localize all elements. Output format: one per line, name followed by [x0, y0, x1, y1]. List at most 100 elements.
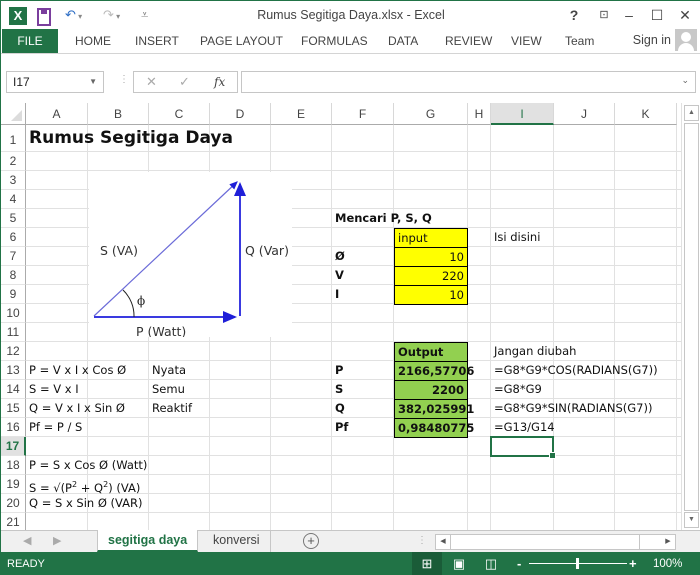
scroll-down-icon[interactable]: ▼	[684, 512, 699, 528]
scroll-right-icon[interactable]: ▶	[661, 535, 675, 549]
row-header-9[interactable]: 9	[1, 285, 26, 304]
row-header-17[interactable]: 17	[1, 437, 26, 456]
zoom-in-button[interactable]: +	[629, 552, 637, 575]
maximize-icon[interactable]: ☐	[643, 1, 671, 29]
tab-split-grip-icon[interactable]: ⋮	[417, 535, 427, 546]
row-header-3[interactable]: 3	[1, 171, 26, 190]
undo-dropdown-icon[interactable]: ▾	[76, 12, 82, 21]
row-header-2[interactable]: 2	[1, 152, 26, 171]
tab-view[interactable]: VIEW	[511, 29, 542, 53]
power-type-c13[interactable]: Nyata	[149, 361, 210, 380]
row-header-13[interactable]: 13	[1, 361, 26, 380]
add-sheet-icon[interactable]: +	[303, 533, 319, 549]
formula-text-i16[interactable]: =G13/G14	[491, 418, 558, 437]
sheet-tab-segitiga-daya[interactable]: segitiga daya	[97, 530, 199, 552]
row-header-5[interactable]: 5	[1, 209, 26, 228]
row-header-14[interactable]: 14	[1, 380, 26, 399]
input-note-cell[interactable]: Isi disini	[491, 228, 543, 247]
output-value-g14[interactable]: 2200	[394, 380, 468, 400]
formula-note-a13[interactable]: P = V x I x Cos Ø	[26, 361, 129, 380]
vertical-scroll-thumb[interactable]	[684, 123, 699, 511]
page-break-view-icon[interactable]: ◫	[476, 552, 506, 575]
save-icon[interactable]	[37, 8, 51, 26]
row-header-1[interactable]: 1	[1, 125, 26, 152]
tab-data[interactable]: DATA	[388, 29, 418, 53]
help-button[interactable]: ?	[560, 1, 588, 29]
selected-cell-i17[interactable]	[490, 436, 556, 459]
prev-sheet-icon[interactable]: ◀	[23, 531, 31, 551]
formula-note-a15[interactable]: Q = V x I x Sin Ø	[26, 399, 128, 418]
output-value-g13[interactable]: 2166,57706	[394, 361, 474, 381]
column-header-d[interactable]: D	[210, 103, 271, 125]
output-label-f15[interactable]: Q	[332, 399, 394, 418]
row-header-7[interactable]: 7	[1, 247, 26, 266]
column-header-g[interactable]: G	[394, 103, 468, 125]
tab-insert[interactable]: INSERT	[135, 29, 179, 53]
undo-icon[interactable]: ↶ ▾	[65, 6, 82, 24]
scroll-left-icon[interactable]: ◀	[436, 535, 450, 549]
scroll-up-icon[interactable]: ▲	[684, 105, 699, 121]
tab-page-layout[interactable]: PAGE LAYOUT	[200, 29, 283, 53]
row-header-10[interactable]: 10	[1, 304, 26, 323]
normal-view-icon[interactable]: ⊞	[412, 552, 442, 575]
output-value-g16[interactable]: 0,98480775	[394, 418, 474, 438]
column-header-e[interactable]: E	[271, 103, 332, 125]
zoom-slider-thumb[interactable]	[576, 558, 579, 569]
sheet-tab-konversi[interactable]: konversi	[203, 530, 271, 552]
input-value-g8[interactable]: 220	[394, 266, 468, 286]
chevron-down-icon[interactable]: ▼	[89, 72, 97, 92]
input-label-f8[interactable]: V	[332, 266, 394, 285]
customize-quick-access-icon[interactable]: ⩡	[141, 6, 148, 24]
column-header-i[interactable]: I	[491, 103, 554, 125]
tab-formulas[interactable]: FORMULAS	[301, 29, 368, 53]
insert-function-icon[interactable]: fx	[214, 72, 225, 92]
sheet-title-cell[interactable]: Rumus Segitiga Daya	[26, 125, 236, 152]
column-header-c[interactable]: C	[149, 103, 210, 125]
row-header-16[interactable]: 16	[1, 418, 26, 437]
formula-note-a20[interactable]: Q = S x Sin Ø (VAR)	[26, 494, 146, 513]
row-header-15[interactable]: 15	[1, 399, 26, 418]
sign-in-link[interactable]: Sign in	[633, 29, 671, 51]
close-icon[interactable]: ✕	[671, 1, 699, 29]
output-header-cell[interactable]: Output	[394, 342, 468, 362]
formula-note-a19[interactable]: S = √(P2 + Q2) (VA)	[26, 475, 143, 495]
next-sheet-icon[interactable]: ▶	[53, 531, 61, 551]
input-value-g9[interactable]: 10	[394, 285, 468, 305]
user-avatar-icon[interactable]	[675, 29, 697, 51]
page-layout-view-icon[interactable]: ▣	[444, 552, 474, 575]
redo-icon[interactable]: ↷ ▾	[103, 6, 120, 24]
column-header-f[interactable]: F	[332, 103, 394, 125]
row-header-4[interactable]: 4	[1, 190, 26, 209]
column-header-a[interactable]: A	[26, 103, 88, 125]
formula-note-a14[interactable]: S = V x I	[26, 380, 82, 399]
formula-note-a16[interactable]: Pf = P / S	[26, 418, 85, 437]
formula-note-a18[interactable]: P = S x Cos Ø (Watt)	[26, 456, 150, 475]
row-header-6[interactable]: 6	[1, 228, 26, 247]
formula-text-i14[interactable]: =G8*G9	[491, 380, 545, 399]
output-label-f16[interactable]: Pf	[332, 418, 394, 437]
row-header-19[interactable]: 19	[1, 475, 26, 494]
zoom-out-button[interactable]: -	[517, 552, 521, 575]
power-type-c15[interactable]: Reaktif	[149, 399, 210, 418]
input-label-f9[interactable]: I	[332, 285, 394, 304]
column-header-h[interactable]: H	[468, 103, 491, 125]
formula-text-i13[interactable]: =G8*G9*COS(RADIANS(G7))	[491, 361, 661, 380]
power-type-c14[interactable]: Semu	[149, 380, 210, 399]
input-label-f7[interactable]: Ø	[332, 247, 394, 266]
output-value-g15[interactable]: 382,025991	[394, 399, 474, 419]
redo-dropdown-icon[interactable]: ▾	[114, 12, 120, 21]
input-header-cell[interactable]: input	[394, 228, 468, 248]
output-label-f14[interactable]: S	[332, 380, 394, 399]
horizontal-scrollbar[interactable]: ◀ ▶	[435, 534, 676, 550]
output-label-f13[interactable]: P	[332, 361, 394, 380]
power-triangle-image[interactable]: S (VA) Q (Var) P (Watt) ϕ	[89, 172, 292, 339]
tab-home[interactable]: HOME	[75, 29, 111, 53]
minimize-icon[interactable]: –	[615, 1, 643, 29]
row-header-18[interactable]: 18	[1, 456, 26, 475]
expand-formula-bar-icon[interactable]: ⌄	[681, 75, 689, 86]
ribbon-display-options-icon[interactable]: ⊡	[590, 1, 618, 29]
worksheet-grid[interactable]: A B C D E F G H I J K 1 2 3 4 5 6 7 8 9 10 11 12 13 14 15 16 17 18 19…	[1, 103, 681, 530]
tab-review[interactable]: REVIEW	[445, 29, 492, 53]
column-header-b[interactable]: B	[88, 103, 149, 125]
formula-input[interactable]: ⌄	[241, 71, 696, 93]
